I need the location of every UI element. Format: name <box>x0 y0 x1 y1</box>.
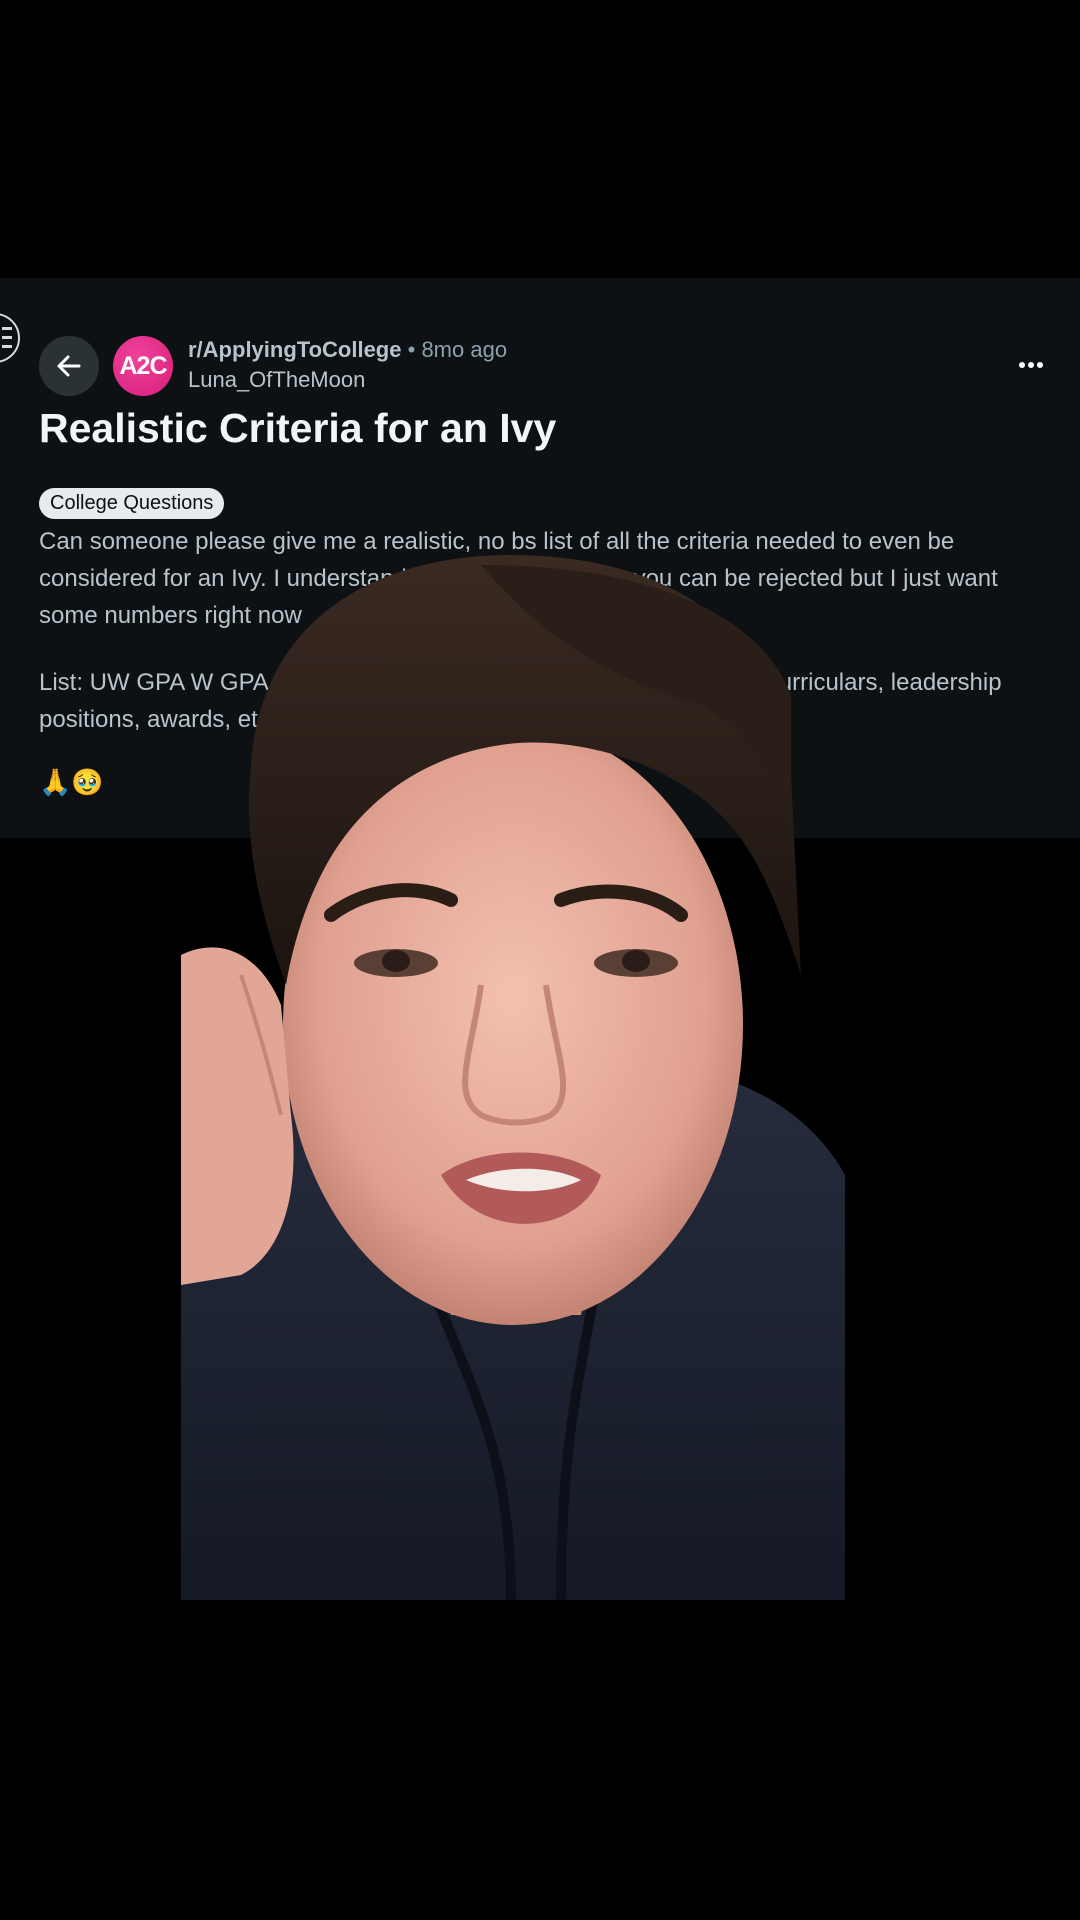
post-emojis: 🙏🥹 <box>39 768 104 798</box>
post-timestamp: 8mo ago <box>421 337 508 362</box>
subreddit-avatar[interactable]: A2C <box>113 336 173 396</box>
post-author[interactable]: Luna_OfTheMoon <box>188 367 365 393</box>
back-button[interactable] <box>39 336 99 396</box>
meta-separator: • <box>407 337 416 362</box>
post-meta: r/ApplyingToCollege • 8mo ago <box>188 337 507 363</box>
menu-icon[interactable] <box>0 313 20 363</box>
arrow-left-icon <box>57 355 81 377</box>
post-flair[interactable]: College Questions <box>39 488 225 519</box>
subreddit-name[interactable]: r/ApplyingToCollege <box>188 337 401 362</box>
creator-video-overlay <box>181 555 845 1600</box>
post-title: Realistic Criteria for an Ivy <box>39 405 557 451</box>
creator-face-image <box>181 555 845 1600</box>
ellipsis-horizontal-icon <box>1019 362 1043 368</box>
video-frame: A2C r/ApplyingToCollege • 8mo ago Luna_O… <box>0 0 1080 1920</box>
more-options-button[interactable] <box>1004 350 1044 380</box>
